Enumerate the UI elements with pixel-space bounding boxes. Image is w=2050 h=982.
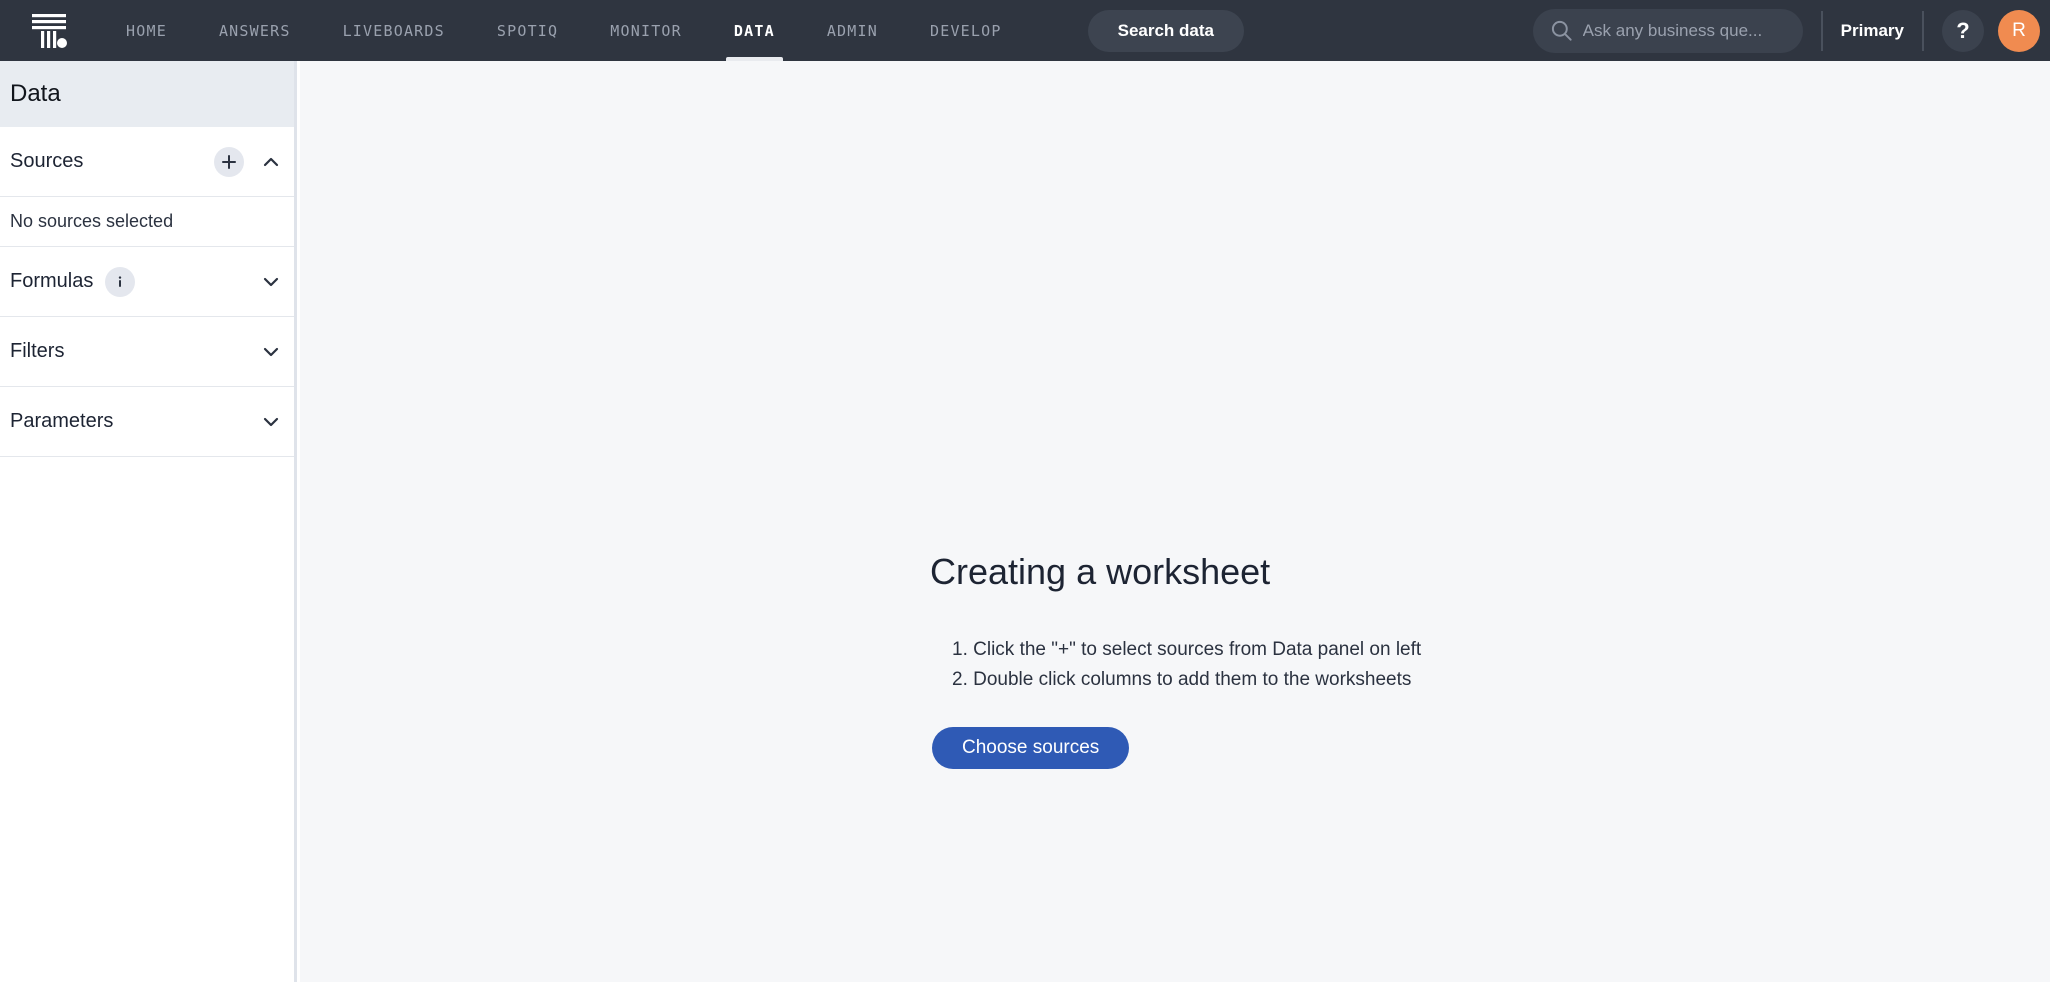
nav-tab-develop[interactable]: DEVELOP: [904, 0, 1028, 61]
sidebar-section-label: Parameters: [10, 410, 114, 432]
primary-nav-tabs: HOME ANSWERS LIVEBOARDS SPOTIQ MONITOR D…: [100, 0, 1028, 61]
data-sidebar: Data Sources No sources selected Formula…: [0, 61, 297, 982]
chevron-up-icon: [263, 157, 279, 166]
add-source-button[interactable]: [214, 146, 244, 177]
avatar[interactable]: R: [1998, 9, 2040, 52]
chevron-down-icon: [263, 417, 279, 426]
top-navigation-bar: HOME ANSWERS LIVEBOARDS SPOTIQ MONITOR D…: [0, 0, 2050, 61]
expand-formulas-button[interactable]: [258, 269, 284, 295]
nav-tab-spotiq[interactable]: SPOTIQ: [471, 0, 584, 61]
sidebar-section-filters[interactable]: Filters: [0, 317, 294, 387]
nav-tab-answers[interactable]: ANSWERS: [193, 0, 317, 61]
formulas-info-icon[interactable]: [105, 266, 136, 297]
sources-empty-text: No sources selected: [0, 197, 294, 247]
logo-icon: [32, 13, 67, 48]
sidebar-section-sources[interactable]: Sources: [0, 127, 294, 197]
chevron-down-icon: [263, 277, 279, 286]
worksheet-canvas: Creating a worksheet 1. Click the "+" to…: [300, 61, 2050, 982]
divider: [1820, 10, 1823, 51]
empty-state-step: 2. Double click columns to add them to t…: [952, 669, 1412, 690]
search-icon: [1551, 20, 1572, 41]
chevron-down-icon: [263, 347, 279, 356]
org-selector[interactable]: Primary: [1841, 21, 1904, 41]
ask-search-input[interactable]: Ask any business que...: [1532, 8, 1803, 53]
topbar-right-cluster: Ask any business que... Primary ? R: [1532, 0, 2050, 61]
page-title: Data: [10, 80, 61, 107]
expand-filters-button[interactable]: [258, 339, 284, 365]
search-data-button[interactable]: Search data: [1087, 9, 1244, 52]
empty-state: Creating a worksheet 1. Click the "+" to…: [930, 551, 1630, 769]
nav-tab-home[interactable]: HOME: [100, 0, 193, 61]
nav-tab-liveboards[interactable]: LIVEBOARDS: [317, 0, 471, 61]
sidebar-section-parameters[interactable]: Parameters: [0, 387, 294, 457]
empty-state-steps: 1. Click the "+" to select sources from …: [952, 635, 1630, 695]
ask-search-placeholder: Ask any business que...: [1582, 20, 1763, 40]
sidebar-section-label: Sources: [10, 150, 84, 172]
sidebar-header: Data: [0, 61, 294, 127]
thoughtspot-logo[interactable]: [0, 0, 100, 61]
divider: [1922, 10, 1924, 51]
empty-state-title: Creating a worksheet: [930, 551, 1271, 592]
nav-tab-admin[interactable]: ADMIN: [801, 0, 904, 61]
collapse-sources-button[interactable]: [258, 149, 284, 175]
empty-state-step: 1. Click the "+" to select sources from …: [952, 639, 1422, 660]
help-button[interactable]: ?: [1942, 9, 1984, 52]
expand-parameters-button[interactable]: [258, 409, 284, 435]
sidebar-section-label: Filters: [10, 340, 65, 362]
choose-sources-button[interactable]: Choose sources: [932, 727, 1130, 769]
sidebar-section-label: Formulas: [10, 270, 94, 292]
nav-tab-monitor[interactable]: MONITOR: [584, 0, 708, 61]
plus-icon: [222, 154, 236, 169]
sidebar-section-formulas[interactable]: Formulas: [0, 247, 294, 317]
nav-tab-data[interactable]: DATA: [708, 0, 801, 61]
info-icon: [119, 275, 122, 287]
